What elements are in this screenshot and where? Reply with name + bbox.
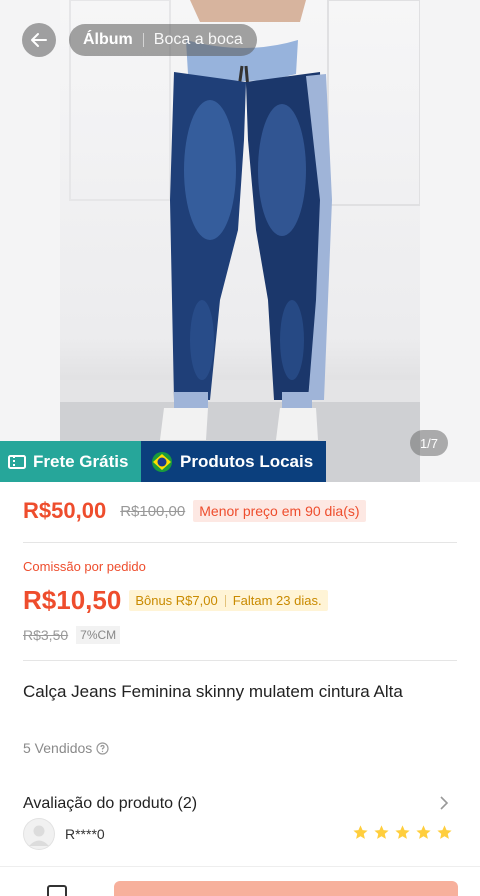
tab-word-of-mouth[interactable]: Boca a boca (154, 31, 243, 49)
media-segment-control: Álbum Boca a boca (69, 24, 257, 56)
local-products-label: Produtos Locais (180, 451, 314, 471)
bonus-divider (224, 594, 226, 607)
local-products-badge: Produtos Locais (141, 441, 326, 482)
image-counter: 1/7 (410, 430, 448, 456)
original-price: R$100,00 (120, 502, 186, 520)
user-icon (23, 818, 55, 850)
back-button[interactable] (22, 23, 56, 57)
star-icon (416, 825, 431, 839)
product-image-gallery[interactable]: Álbum Boca a boca 1/7 Frete Grátis Produ… (0, 0, 480, 482)
segment-divider (142, 33, 144, 47)
star-icon (374, 825, 389, 839)
avatar (23, 818, 55, 850)
commission-value: R$10,50 (23, 585, 122, 615)
rating-stars (352, 824, 453, 841)
free-shipping-badge: Frete Grátis (0, 441, 141, 482)
lowest-price-tag: Menor preço em 90 dia(s) (193, 500, 366, 522)
help-circle-icon[interactable] (96, 741, 109, 755)
bonus-tag: Bônus R$7,00 Faltam 23 dias. (129, 590, 328, 611)
bonus-amount: Bônus R$7,00 (135, 593, 218, 608)
current-price: R$50,00 (23, 498, 107, 523)
tab-album[interactable]: Álbum (83, 31, 133, 49)
free-shipping-label: Frete Grátis (33, 451, 129, 471)
chevron-right-icon[interactable] (437, 795, 451, 816)
buy-button[interactable] (114, 881, 458, 896)
reviews-title[interactable]: Avaliação do produto (2) (23, 795, 197, 813)
reviewer-name: R****0 (65, 826, 105, 842)
store-icon[interactable] (46, 884, 68, 896)
divider (23, 660, 457, 661)
star-icon (395, 825, 410, 839)
ticket-icon (8, 454, 26, 470)
old-commission: R$3,50 (23, 627, 69, 643)
brazil-flag-icon (151, 451, 173, 473)
sold-count: 5 Vendidos (23, 740, 109, 756)
commission-label: Comissão por pedido (23, 559, 146, 574)
section-gap (0, 775, 480, 781)
review-item[interactable]: R****0 (23, 818, 105, 850)
jeans-photo-illustration (60, 0, 421, 482)
product-title: Calça Jeans Feminina skinny mulatem cint… (23, 682, 403, 701)
star-icon (437, 825, 452, 839)
price-row: R$50,00 R$100,00 Menor preço em 90 dia(s… (23, 498, 366, 524)
sold-label: 5 Vendidos (23, 740, 93, 756)
product-photo (60, 0, 421, 482)
commission-sub-row: R$3,50 7%CM (23, 626, 121, 644)
divider (23, 542, 457, 543)
commission-row: R$10,50 Bônus R$7,00 Faltam 23 dias. (23, 585, 328, 616)
bonus-remaining: Faltam 23 dias. (232, 593, 322, 608)
commission-rate-badge: 7%CM (76, 626, 121, 644)
star-icon (353, 825, 368, 839)
arrow-left-icon (31, 33, 47, 47)
